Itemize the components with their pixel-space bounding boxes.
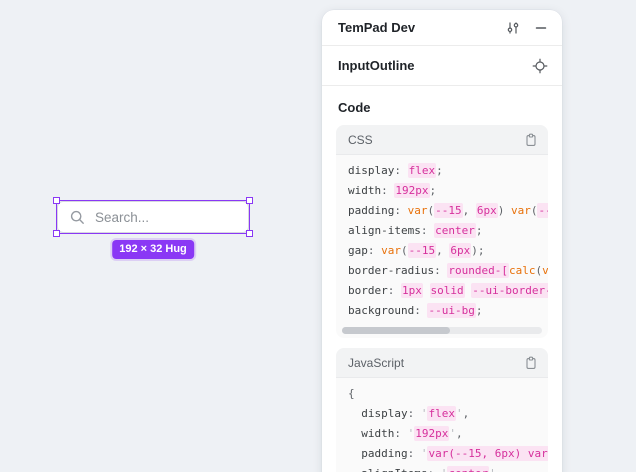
magnifier-icon — [69, 209, 86, 226]
code-line: padding: var(--15, 6px) var(-- — [348, 201, 548, 221]
code-line: alignItems: 'center', — [348, 464, 548, 472]
copy-icon[interactable] — [524, 133, 538, 147]
code-section-title: Code — [338, 100, 546, 115]
code-line: border-radius: rounded-[calc(v — [348, 261, 548, 281]
horizontal-scrollbar[interactable] — [342, 327, 542, 334]
code-line: width: 192px; — [348, 181, 548, 201]
copy-icon[interactable] — [524, 356, 538, 370]
code-line: display: 'flex', — [348, 404, 548, 424]
locate-icon[interactable] — [532, 58, 548, 74]
javascript-code-block: JavaScript { display: 'flex', width: '19… — [336, 348, 548, 472]
code-line: align-items: center; — [348, 221, 548, 241]
css-code-block: CSS display: flex;width: 192px;padding: … — [336, 125, 548, 338]
code-line: border: 1px solid --ui-border- — [348, 281, 548, 301]
css-block-header: CSS — [336, 125, 548, 155]
panel-header: TemPad Dev — [322, 10, 562, 46]
scrollbar-thumb[interactable] — [342, 327, 450, 334]
code-line: padding: 'var(--15, 6px) var — [348, 444, 548, 464]
code-line: gap: var(--15, 6px); — [348, 241, 548, 261]
selected-component-row: InputOutline — [322, 46, 562, 86]
selection-size-badge: 192 × 32 Hug — [112, 240, 194, 259]
code-line: background: --ui-bg; — [348, 301, 548, 321]
code-line: display: flex; — [348, 161, 548, 181]
css-block-label: CSS — [348, 133, 524, 147]
panel-title: TemPad Dev — [338, 20, 505, 35]
search-placeholder-text: Search... — [95, 210, 149, 225]
search-input-component[interactable]: Search... — [57, 201, 249, 233]
javascript-block-header: JavaScript — [336, 348, 548, 378]
tempad-dev-panel: TemPad Dev InputOutline — [322, 10, 562, 472]
sliders-icon[interactable] — [505, 20, 521, 36]
code-line: { — [348, 384, 548, 404]
minimize-icon[interactable] — [534, 21, 548, 35]
code-line: width: '192px', — [348, 424, 548, 444]
css-code[interactable]: display: flex;width: 192px;padding: var(… — [336, 155, 548, 325]
javascript-code[interactable]: { display: 'flex', width: '192px', paddi… — [336, 378, 548, 472]
javascript-block-label: JavaScript — [348, 356, 524, 370]
component-name: InputOutline — [338, 58, 532, 73]
